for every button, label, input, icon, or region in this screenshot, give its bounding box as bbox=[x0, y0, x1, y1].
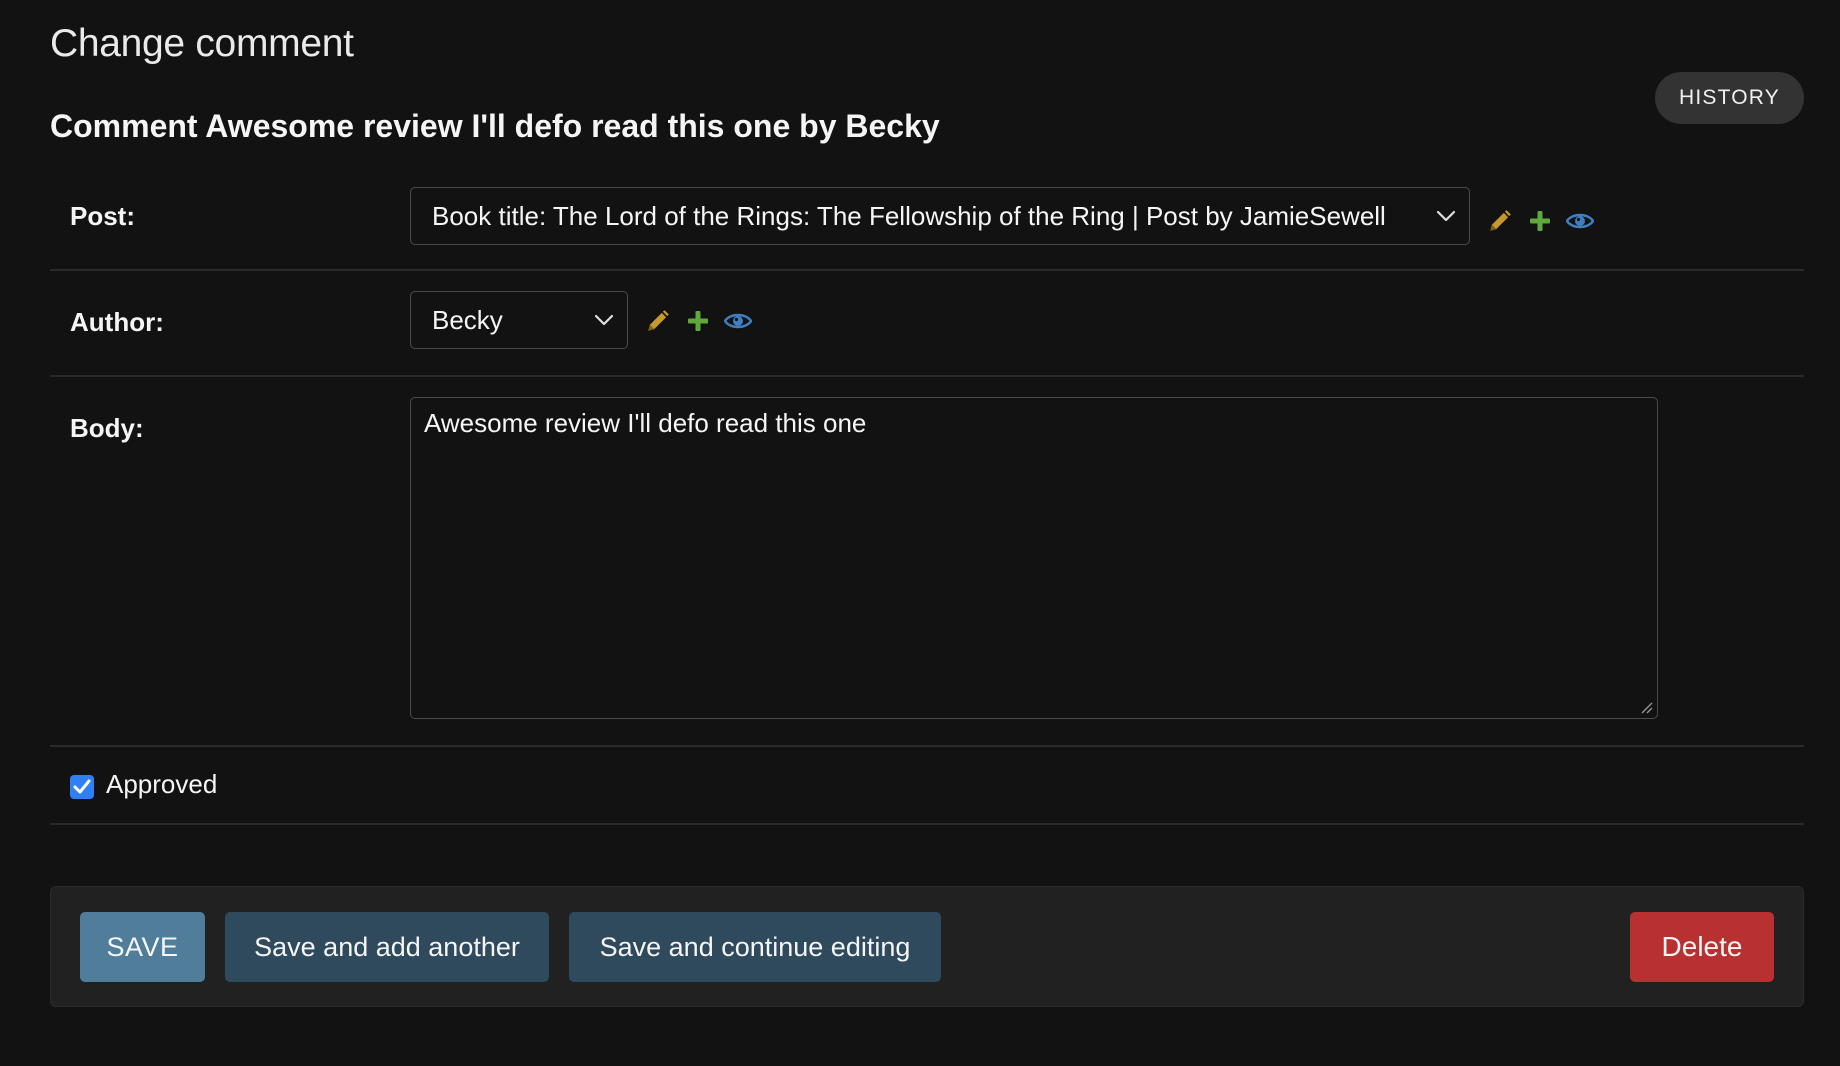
author-row: Author: Becky bbox=[50, 271, 1804, 377]
post-label: Post: bbox=[70, 201, 135, 231]
chevron-down-icon bbox=[1436, 210, 1456, 222]
checkmark-icon bbox=[73, 779, 91, 794]
delete-button[interactable]: Delete bbox=[1630, 912, 1774, 982]
author-select[interactable]: Becky bbox=[410, 291, 628, 349]
submit-row: SAVE Save and add another Save and conti… bbox=[50, 886, 1804, 1007]
page-title: Change comment bbox=[50, 22, 354, 65]
eye-icon[interactable] bbox=[724, 307, 752, 335]
pencil-icon[interactable] bbox=[644, 307, 672, 335]
plus-icon[interactable] bbox=[1526, 207, 1554, 235]
body-label: Body: bbox=[70, 413, 144, 443]
post-select-value: Book title: The Lord of the Rings: The F… bbox=[432, 200, 1386, 231]
plus-icon[interactable] bbox=[684, 307, 712, 335]
save-button[interactable]: SAVE bbox=[80, 912, 205, 982]
post-select[interactable]: Book title: The Lord of the Rings: The F… bbox=[410, 187, 1470, 245]
author-label: Author: bbox=[70, 307, 164, 337]
change-comment-page: Change comment HISTORY Comment Awesome r… bbox=[0, 0, 1840, 1066]
chevron-down-icon bbox=[594, 314, 614, 326]
save-and-add-another-button[interactable]: Save and add another bbox=[225, 912, 549, 982]
approved-row: Approved bbox=[50, 747, 1804, 825]
post-related-actions bbox=[1486, 207, 1594, 235]
body-textarea[interactable]: Awesome review I'll defo read this one bbox=[410, 397, 1658, 719]
author-related-actions bbox=[644, 307, 752, 335]
body-row: Body: Awesome review I'll defo read this… bbox=[50, 377, 1804, 747]
eye-icon[interactable] bbox=[1566, 207, 1594, 235]
history-button[interactable]: HISTORY bbox=[1655, 72, 1804, 124]
approved-label: Approved bbox=[106, 769, 218, 799]
body-textarea-value: Awesome review I'll defo read this one bbox=[424, 408, 867, 438]
pencil-icon[interactable] bbox=[1486, 207, 1514, 235]
resize-handle-icon[interactable] bbox=[1640, 701, 1654, 715]
save-and-continue-button[interactable]: Save and continue editing bbox=[569, 912, 941, 982]
object-title: Comment Awesome review I'll defo read th… bbox=[50, 108, 940, 144]
author-select-value: Becky bbox=[432, 304, 503, 335]
approved-checkbox[interactable] bbox=[70, 775, 94, 799]
post-row: Post: Book title: The Lord of the Rings:… bbox=[50, 173, 1804, 271]
